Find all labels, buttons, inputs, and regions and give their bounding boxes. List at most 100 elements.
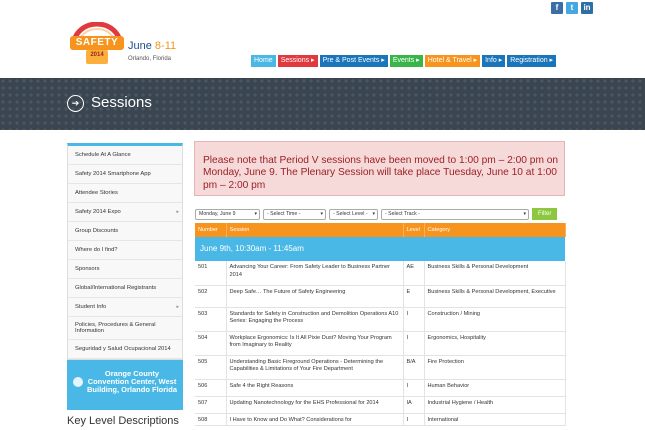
cell-cat: Industrial Hygiene / Health	[424, 396, 566, 414]
cell-num: 504	[195, 331, 227, 356]
sidebar: Schedule At A Glance Safety 2014 Smartpho…	[67, 143, 183, 427]
nav-item-registration[interactable]: Registration ▸	[507, 55, 557, 67]
sidebar-item[interactable]: Global/International Registrants	[68, 279, 182, 298]
cell-num: 507	[195, 396, 227, 414]
sidebar-item[interactable]: Attendee Stories	[68, 184, 182, 203]
main-nav: Home Sessions ▸ Pre & Post Events ▸ Events …	[251, 55, 557, 67]
chevron-down-icon: ▾	[320, 211, 323, 217]
nav-item-info[interactable]: Info ▸	[482, 55, 506, 67]
session-row[interactable]: 503 Standards for Safety in Construction …	[195, 307, 566, 332]
nav-item-hotel-travel[interactable]: Hotel & Travel ▸	[424, 55, 481, 67]
event-dates: June 8-11	[128, 40, 176, 52]
event-month: June	[128, 40, 152, 52]
logo-year: 2014	[90, 52, 104, 58]
sidebar-item-label: Policies, Procedures & General Informati…	[75, 322, 156, 334]
sidebar-item[interactable]: Sponsors	[68, 260, 182, 279]
twitter-icon[interactable]: t	[566, 2, 578, 14]
chevron-down-icon: ▾	[372, 211, 375, 217]
sidebar-item-label: Where do I find?	[75, 247, 118, 253]
sidebar-menu: Schedule At A Glance Safety 2014 Smartpho…	[67, 143, 183, 360]
cell-cat: Business Skills & Personal Development	[424, 261, 566, 286]
cell-cat: Human Behavior	[424, 379, 566, 397]
map-pin-icon	[73, 377, 83, 387]
key-level-heading: Key Level Descriptions	[67, 415, 179, 427]
time-select[interactable]: - Select Time - ▾	[263, 209, 326, 220]
col-header-session[interactable]: Session	[226, 223, 404, 237]
sidebar-item[interactable]: Policies, Procedures & General Informati…	[68, 317, 182, 340]
caret-right-icon: ▸	[176, 304, 179, 310]
cell-session[interactable]: Safe 4 the Right Reasons	[226, 379, 404, 397]
level-select-value: - Select Level -	[333, 211, 368, 217]
cell-session[interactable]: Deep Safe… The Future of Safety Engineer…	[226, 285, 404, 308]
venue-location-text: Orange County Convention Center, West Bu…	[87, 369, 177, 394]
sidebar-item-label: Group Discounts	[75, 228, 119, 234]
social-links: f t in	[551, 2, 593, 14]
cell-level: I	[403, 331, 425, 356]
session-row[interactable]: 502 Deep Safe… The Future of Safety Engin…	[195, 285, 566, 308]
session-row[interactable]: 508 I Have to Know and Do What? Considera…	[195, 413, 566, 426]
chevron-down-icon: ▾	[523, 211, 526, 217]
cell-session[interactable]: Standards for Safety in Construction and…	[226, 307, 404, 332]
col-header-number[interactable]: Number	[195, 223, 227, 237]
sidebar-item[interactable]: Safety 2014 Expo ▸	[68, 203, 182, 222]
cell-num: 502	[195, 285, 227, 308]
filter-button[interactable]: Filter	[532, 208, 558, 220]
schedule-notice: Please note that Period V sessions have …	[194, 141, 565, 196]
session-filters: Monday, June 9 ▾ - Select Time - ▾ - Selec…	[195, 208, 558, 220]
nav-item-home[interactable]: Home	[251, 55, 276, 67]
sidebar-item[interactable]: Student Info ▸	[68, 298, 182, 317]
level-select[interactable]: - Select Level - ▾	[329, 209, 378, 220]
sidebar-item[interactable]: Schedule At A Glance	[68, 146, 182, 165]
time-slot-band: June 9th, 10:30am - 11:45am	[195, 237, 565, 261]
cell-level: AE	[403, 261, 425, 286]
day-select[interactable]: Monday, June 9 ▾	[195, 209, 260, 220]
time-slot-label: June 9th, 10:30am - 11:45am	[195, 237, 565, 261]
cell-cat: Construction / Mining	[424, 307, 566, 332]
session-row[interactable]: 507 Updating Nanotechnology for the EHS P…	[195, 396, 566, 414]
cell-session[interactable]: Understanding Basic Fireground Operation…	[226, 355, 404, 380]
linkedin-icon[interactable]: in	[581, 2, 593, 14]
facebook-icon[interactable]: f	[551, 2, 563, 14]
event-city: Orlando, Florida	[128, 56, 172, 62]
sidebar-item[interactable]: Safety 2014 Smartphone App	[68, 165, 182, 184]
page-banner: ➔ Sessions	[0, 78, 645, 130]
cell-num: 505	[195, 355, 227, 380]
page-title: Sessions	[91, 94, 152, 111]
track-select[interactable]: - Select Track - ▾	[381, 209, 529, 220]
session-row[interactable]: 504 Workplace Ergonomics: Is It All Pixie…	[195, 331, 566, 356]
time-select-value: - Select Time -	[267, 211, 301, 217]
cell-level: I	[403, 307, 425, 332]
sidebar-item-label: Safety 2014 Expo	[75, 209, 121, 215]
sidebar-item-label: Sponsors	[75, 266, 100, 272]
cell-cat: International	[424, 413, 566, 426]
venue-location-box[interactable]: Orange County Convention Center, West Bu…	[67, 360, 183, 410]
sidebar-item[interactable]: Seguridad y Salud Ocupacional 2014	[68, 340, 182, 359]
cell-cat: Ergonomics, Hospitality	[424, 331, 566, 356]
sidebar-item[interactable]: Where do I find?	[68, 241, 182, 260]
table-header-row: Number Session Level Category	[195, 223, 566, 237]
cell-session[interactable]: Advancing Your Career: From Safety Leade…	[226, 261, 404, 286]
col-header-category[interactable]: Category	[424, 223, 566, 237]
sessions-table: Number Session Level Category June 9th, …	[195, 223, 566, 426]
nav-item-sessions[interactable]: Sessions ▸	[277, 55, 318, 67]
sidebar-item-label: Schedule At A Glance	[75, 152, 131, 158]
sidebar-item-label: Attendee Stories	[75, 190, 118, 196]
cell-session[interactable]: I Have to Know and Do What? Consideratio…	[226, 413, 404, 426]
sidebar-item[interactable]: Group Discounts	[68, 222, 182, 241]
cell-level: I	[403, 379, 425, 397]
cell-level: I	[403, 413, 425, 426]
cell-session[interactable]: Workplace Ergonomics: Is It All Pixie Du…	[226, 331, 404, 356]
cell-level: IA	[403, 396, 425, 414]
cell-num: 503	[195, 307, 227, 332]
cell-level: E	[403, 285, 425, 308]
session-row[interactable]: 505 Understanding Basic Fireground Operat…	[195, 355, 566, 380]
cell-level: B/A	[403, 355, 425, 380]
nav-item-events[interactable]: Events ▸	[389, 55, 423, 67]
cell-cat: Fire Protection	[424, 355, 566, 380]
session-row[interactable]: 506 Safe 4 the Right Reasons I Human Behavi…	[195, 379, 566, 397]
col-header-level[interactable]: Level	[403, 223, 425, 237]
nav-item-pre-post-events[interactable]: Pre & Post Events ▸	[319, 55, 388, 67]
sidebar-item-label: Student Info	[75, 304, 107, 310]
session-row[interactable]: 501 Advancing Your Career: From Safety Le…	[195, 261, 566, 286]
cell-session[interactable]: Updating Nanotechnology for the EHS Prof…	[226, 396, 404, 414]
